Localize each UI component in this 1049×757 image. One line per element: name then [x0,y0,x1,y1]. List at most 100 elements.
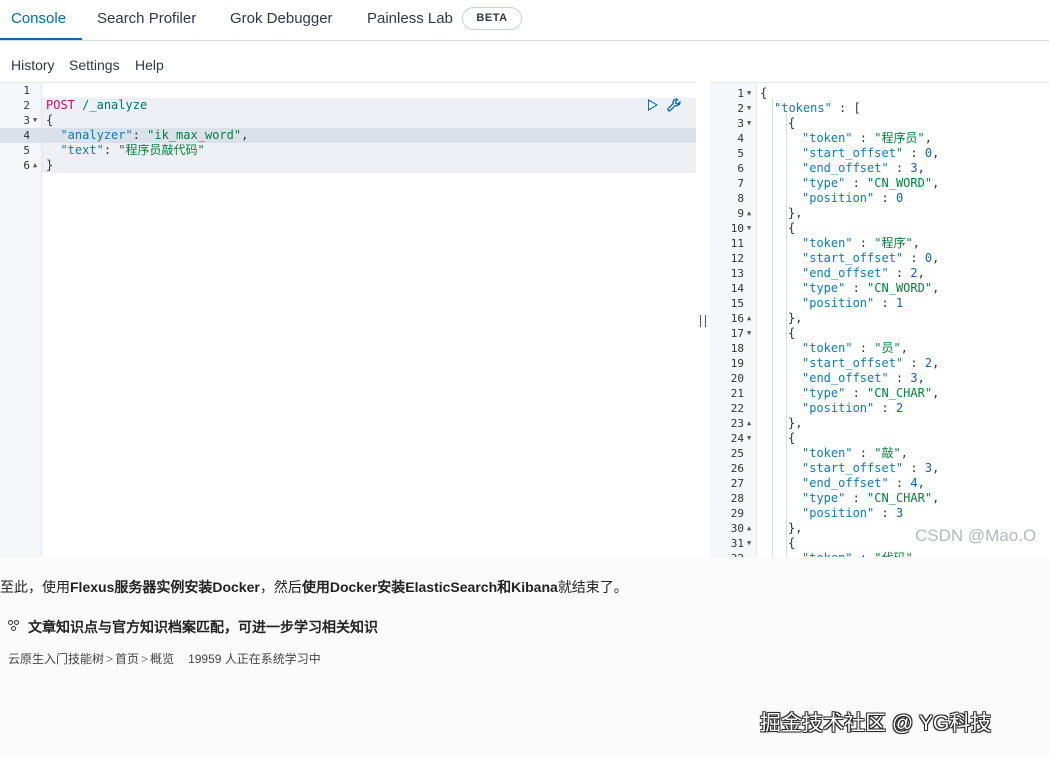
response-line: 24 ▼{ [730,431,796,446]
juejin-watermark: 掘金技术社区 @ YG科技 [760,712,992,735]
response-viewer[interactable]: 1 ▼{2 ▼ "tokens" : [3 ▼{4 "token" : "程序员", 5 "s… [710,82,1049,557]
tab-painless-lab[interactable]: Painless Lab [367,10,453,27]
text-key: "text" [60,143,104,157]
tab-search-profiler[interactable]: Search Profiler [97,10,196,27]
response-line: 1 ▼{ [737,86,768,101]
knowledge-match-title: 文章知识点与官方知识档案匹配，可进一步学习相关知识 [8,617,378,637]
response-line: 23 ▲}, [730,416,803,431]
token-field-value: 2 [895,401,904,415]
response-line: 7 "type" : "CN_WORD", [737,176,940,190]
chevron-right-icon: > [106,652,114,666]
tab-grok-debugger[interactable]: Grok Debugger [230,10,333,27]
token-field-value: "员" [874,341,901,355]
fold-close-icon[interactable]: ▲ [33,158,37,173]
token-field-value: 0 [924,251,933,265]
resizer-grip-icon[interactable] [700,315,706,327]
token-field-value: 3 [895,506,904,520]
fold-open-icon[interactable]: ▼ [747,101,751,116]
fold-open-icon[interactable]: ▼ [747,86,751,101]
token-field-value: "程序员" [874,131,925,145]
response-line: 13 "end_offset" : 2, [730,266,925,280]
response-line: 4 "token" : "程序员", [737,131,932,145]
response-line: 12 "start_offset" : 0, [730,251,940,265]
response-line: 26 "start_offset" : 3, [730,461,940,475]
request-line: 3 ▼ { [23,113,54,128]
crumb-home[interactable]: 首页 [115,652,139,666]
response-line: 10 ▼{ [730,221,796,236]
tab-console[interactable]: Console [11,10,66,27]
response-line: 9 ▲}, [737,206,803,221]
response-line: 5 "start_offset" : 0, [737,146,940,160]
response-line: 15 "position" : 1 [730,296,904,310]
menu-history[interactable]: History [11,57,55,73]
crumb-overview[interactable]: 概览 [150,652,174,666]
request-line: 2 POST /_analyze [23,98,148,112]
request-editor[interactable]: 1 2 POST /_analyze 3 ▼ { 4 "analyzer": "i… [0,82,696,557]
response-line: 16 ▲}, [730,311,803,326]
fold-open-icon[interactable]: ▼ [747,221,751,236]
response-line: 22 "position" : 2 [730,401,904,415]
token-field-value: 2 [910,266,918,280]
token-field-value: "程序" [874,236,913,250]
fold-open-icon[interactable]: ▼ [33,113,37,128]
request-method: POST [46,98,75,112]
token-field-value: "CN_WORD" [867,176,933,190]
response-line: 18 "token" : "员", [730,341,908,355]
token-field-value: "CN_CHAR" [867,491,933,505]
response-line: 6 "end_offset" : 3, [737,161,925,175]
token-field-value: 0 [895,191,904,205]
token-field-value: 0 [924,146,933,160]
active-tab-indicator [0,38,82,40]
request-line: 6 ▲ } [23,158,54,173]
text-value: "程序员敲代码" [118,143,205,157]
token-field-value: 1 [895,296,904,310]
response-line: 20 "end_offset" : 3, [730,371,925,385]
response-line: 11 "token" : "程序", [730,236,920,250]
request-line: 4 "analyzer": "ik_max_word", [23,128,249,142]
crumb-skill-tree[interactable]: 云原生入门技能树 [8,652,104,666]
chevron-right-icon: > [141,652,149,666]
app-tab-bar: Console Search Profiler Grok Debugger Pa… [0,0,1049,41]
knowledge-icon [8,620,22,634]
article-paragraph: 至此，使用Flexus服务器实例安装Docker，然后使用Docker安装Ela… [0,579,628,595]
fold-open-icon[interactable]: ▼ [747,116,751,131]
response-line: 19 "start_offset" : 2, [730,356,940,370]
article-section: 至此，使用Flexus服务器实例安装Docker，然后使用Docker安装Ela… [0,557,1049,757]
response-line: 17 ▼{ [730,326,796,341]
response-line: 3 ▼{ [737,116,796,131]
request-line: 1 [23,84,30,97]
token-field-value: 3 [910,371,918,385]
analyzer-key: "analyzer" [60,128,133,142]
fold-open-icon[interactable]: ▼ [747,326,751,341]
response-line: 29 "position" : 3 [730,506,904,520]
menu-settings[interactable]: Settings [69,57,120,73]
fold-open-icon[interactable]: ▼ [747,536,751,551]
response-line: 8 "position" : 0 [737,191,904,205]
token-field-value: "敲" [874,446,901,460]
send-request-icon[interactable] [648,99,658,111]
token-field-value: "CN_WORD" [867,281,933,295]
token-field-value: 4 [910,476,918,490]
response-line: 2 ▼ "tokens" : [ [737,101,861,116]
fold-open-icon[interactable]: ▼ [747,431,751,446]
indent-guide [772,98,773,557]
wrench-icon[interactable] [666,97,682,113]
analyzer-value: "ik_max_word" [147,128,242,142]
request-path: /_analyze [82,98,148,112]
fold-close-icon[interactable]: ▲ [747,206,751,221]
request-actions [648,97,688,115]
token-field-value: 3 [924,461,933,475]
fold-close-icon[interactable]: ▲ [747,416,751,431]
menu-help[interactable]: Help [135,57,164,73]
beta-badge: BETA [462,7,522,30]
response-line: 25 "token" : "敲", [730,446,908,460]
learner-count: 19959 人正在系统学习中 [188,652,321,666]
response-line: 21 "type" : "CN_CHAR", [730,386,940,400]
csdn-watermark: CSDN @Mao.O [915,526,1037,545]
request-line: 5 "text": "程序员敲代码" [23,143,205,157]
indent-guide [786,113,787,557]
response-line: 27 "end_offset" : 4, [730,476,925,490]
fold-close-icon[interactable]: ▲ [747,311,751,326]
token-field-value: 2 [924,356,933,370]
fold-close-icon[interactable]: ▲ [747,521,751,536]
